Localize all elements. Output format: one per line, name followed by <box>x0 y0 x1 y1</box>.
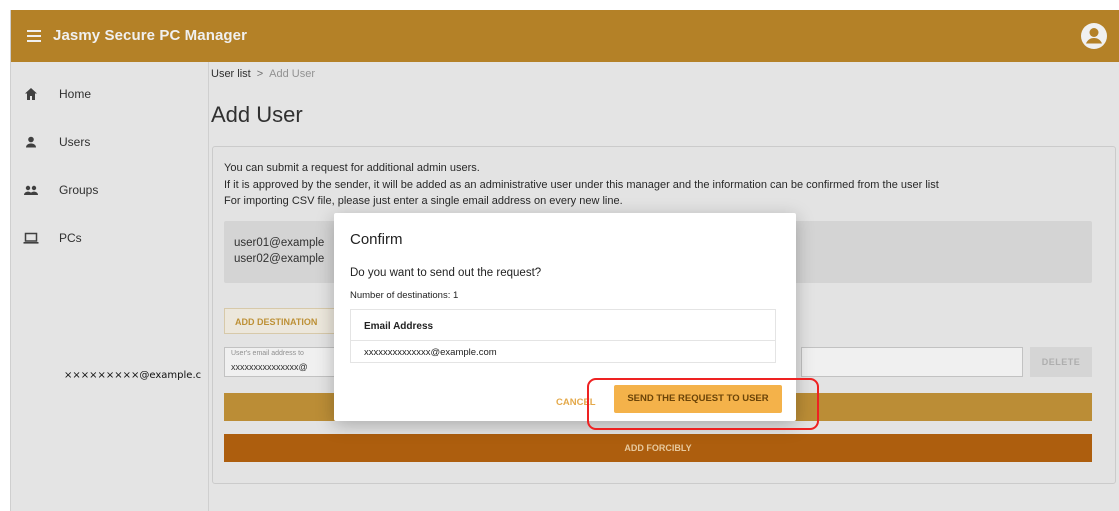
table-header: Email Address <box>364 321 434 332</box>
table-divider <box>351 340 775 341</box>
app-window: Jasmy Secure PC Manager Home Users Group… <box>10 10 1119 511</box>
dialog-title: Confirm <box>350 231 403 248</box>
dialog-question: Do you want to send out the request? <box>350 267 542 279</box>
table-row: xxxxxxxxxxxxxx@example.com <box>364 347 497 358</box>
destination-table: Email Address xxxxxxxxxxxxxx@example.com <box>350 309 776 363</box>
highlight-annotation <box>587 378 819 430</box>
destination-count: Number of destinations: 1 <box>350 290 459 301</box>
